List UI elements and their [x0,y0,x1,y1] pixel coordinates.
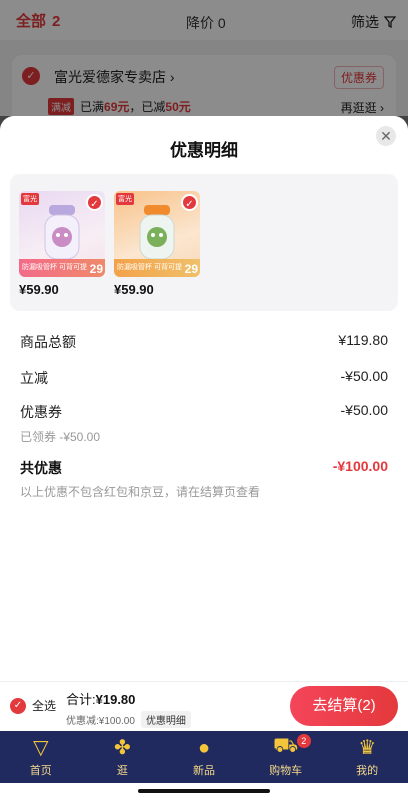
tab-explore-label: 逛 [116,765,128,777]
discount-detail-sheet: 优惠明细 ✕ 富光 防漏吸管杯 可背可提 29 ✓ ¥59.90 富光 防漏吸管… [0,116,408,681]
select-all-label: 全选 [32,699,57,713]
product-price-tag: 29 [184,262,198,276]
product-price: ¥59.90 [114,282,154,297]
tab-mine[interactable]: ♛ 我的 [326,731,408,783]
cart-sum: 合计:¥19.80 [66,692,136,707]
product-price: ¥59.90 [19,282,59,297]
cart-checkout-bar: ✓ 全选 合计:¥19.80 优惠减:¥100.00 优惠明细 去结算(2) [0,681,408,731]
goods-total-value: ¥119.80 [338,332,388,348]
checkout-button[interactable]: 去结算(2) [290,686,398,726]
discount-amount: 优惠减:¥100.00 [66,716,135,727]
tab-new-label: 新品 [192,765,215,777]
coupon-sub-text: 已领券 -¥50.00 [20,430,101,444]
product-image: 富光 防漏吸管杯 可背可提 29 ✓ [114,191,200,277]
goods-list: 富光 防漏吸管杯 可背可提 29 ✓ ¥59.90 富光 防漏吸管杯 可背可提 … [10,174,398,311]
total-saving-value: -¥100.00 [332,458,388,474]
cart-badge: 2 [296,734,311,748]
row-instant-discount: 立减 -¥50.00 [20,368,388,388]
discount-note: 以上优惠不包含红包和京豆，请在结算页查看 [20,485,261,499]
total-saving-label: 共优惠 [20,460,62,476]
cart-discount: 优惠减:¥100.00 优惠明细 [66,711,191,728]
cart-icon: ⛟ [272,735,299,757]
product-item[interactable]: 富光 防漏吸管杯 可背可提 29 ✓ ¥59.90 [19,191,105,297]
coupon-label: 优惠券 [20,404,62,420]
tab-home-label: 首页 [29,765,52,777]
selected-check-icon: ✓ [181,194,198,211]
instant-discount-label: 立减 [20,370,48,386]
tab-home[interactable]: ▽ 首页 [0,731,82,783]
crown-icon: ♛ [358,737,377,759]
row-total-saving: 共优惠 -¥100.00 [20,458,388,478]
tab-explore[interactable]: ✤ 逛 [82,731,164,783]
select-all-toggle[interactable]: ✓ 全选 [10,697,56,714]
tab-mine-label: 我的 [356,765,379,777]
goods-total-label: 商品总额 [20,334,76,350]
tab-cart[interactable]: ⛟ 2 购物车 [245,731,327,783]
coupon-value: -¥50.00 [340,402,388,418]
new-icon: ● [197,737,211,759]
row-coupon: 优惠券 -¥50.00 [20,402,388,422]
product-item[interactable]: 富光 防漏吸管杯 可背可提 29 ✓ ¥59.90 [114,191,200,297]
select-all-check-icon: ✓ [10,697,26,714]
discount-detail-button[interactable]: 优惠明细 [140,711,191,728]
sheet-title: 优惠明细 [170,141,238,160]
close-icon[interactable]: ✕ [376,126,396,146]
tab-cart-label: 购物车 [269,765,303,777]
bottom-tab-bar: ▽ 首页 ✤ 逛 ● 新品 ⛟ 2 购物车 ♛ 我的 [0,731,408,783]
instant-discount-value: -¥50.00 [340,368,388,384]
home-indicator-bar [0,783,408,800]
selected-check-icon: ✓ [86,194,103,211]
product-price-tag: 29 [89,262,103,276]
row-goods-total: 商品总额 ¥119.80 [20,332,388,352]
home-indicator[interactable] [138,789,270,793]
home-icon: ▽ [33,737,49,759]
product-image: 富光 防漏吸管杯 可背可提 29 ✓ [19,191,105,277]
explore-icon: ✤ [114,737,131,759]
tab-new[interactable]: ● 新品 [163,731,245,783]
